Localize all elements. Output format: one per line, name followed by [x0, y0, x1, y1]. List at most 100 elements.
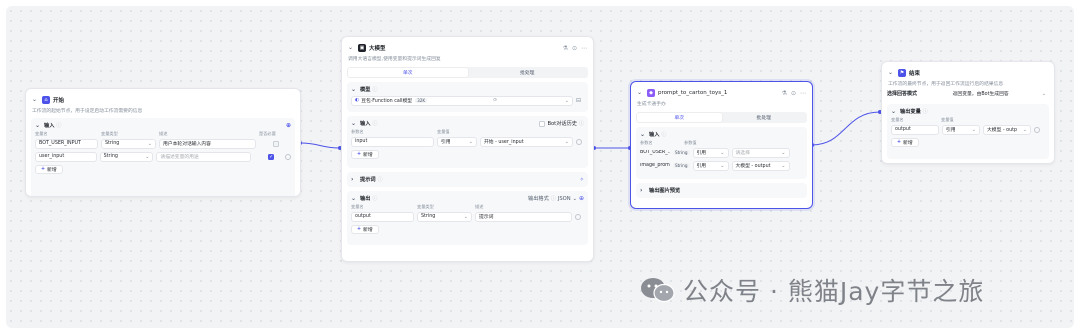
wechat-icon — [641, 278, 675, 303]
add-button[interactable]: + 新增 — [35, 165, 63, 174]
more-icon[interactable]: ⋯ — [800, 90, 806, 97]
param-name-input[interactable]: input — [351, 136, 434, 147]
model-config-icon[interactable]: ⊟ — [576, 97, 581, 104]
remove-icon[interactable] — [576, 138, 582, 145]
output-desc-input[interactable]: 提示词 — [475, 211, 572, 222]
col-header-param: 参数名 — [640, 139, 653, 145]
var-desc-input[interactable]: 请描述变量的用途 — [156, 151, 252, 162]
var-type-select[interactable]: String — [101, 138, 156, 149]
var-value-select[interactable]: 大模型 - outp — [983, 124, 1031, 135]
info-icon: ⓘ — [372, 196, 378, 202]
output-name-input[interactable]: output — [351, 211, 414, 222]
info-icon: ⓘ — [377, 177, 383, 183]
answer-mode-select[interactable]: 返回变量，由Bot生成回答 — [950, 89, 1049, 99]
var-name-input[interactable]: user_input — [35, 151, 97, 162]
col-header-type: 变量类型 — [101, 130, 118, 136]
model-settings-icon[interactable]: ⊙ — [493, 98, 497, 103]
col-header-required: 是否必要 — [259, 130, 276, 136]
col-header-varname: 变量名 — [351, 203, 364, 209]
answer-mode-label: 选择回答模式 — [887, 91, 918, 97]
chevron-down-icon[interactable]: ⌄ — [640, 131, 647, 138]
section-title: 输入 — [360, 121, 371, 127]
remove-icon[interactable] — [285, 153, 291, 160]
flask-icon[interactable]: ⚗ — [782, 90, 787, 97]
chevron-down-icon[interactable]: ⌄ — [348, 45, 355, 51]
info-icon: ⓘ — [922, 109, 928, 115]
node-title: 开始 — [53, 98, 65, 104]
col-header-name: 变量名 — [35, 130, 48, 136]
output-type-select[interactable]: String — [417, 211, 472, 222]
chevron-down-icon[interactable]: ⌄ — [637, 90, 644, 96]
llm-output-section: ⌄ 输出 ⓘ 输出格式 ⓘ JSON ⌄ ⊕ 变量名 变量类型 描述 outpu… — [347, 191, 588, 245]
chevron-down-icon[interactable]: ⌄ — [573, 196, 577, 202]
output-format-label: 输出格式 — [528, 196, 549, 202]
chevron-down-icon[interactable]: ⌄ — [351, 86, 358, 93]
ref-select[interactable]: 引用 — [942, 124, 980, 135]
magic-icon[interactable]: ✧ — [580, 177, 584, 183]
add-button[interactable]: + 新增 — [891, 138, 919, 147]
tab-batch[interactable]: 批处理 — [722, 113, 807, 122]
ref-select[interactable]: 引用 — [692, 160, 729, 171]
tab-single[interactable]: 单次 — [637, 113, 722, 122]
remove-icon[interactable] — [575, 213, 581, 220]
required-checkbox[interactable]: ✓ — [268, 153, 275, 160]
more-icon[interactable]: ⋯ — [581, 45, 587, 52]
var-type-select[interactable]: String — [99, 151, 154, 162]
node-title: 大模型 — [369, 46, 386, 52]
var-value-select[interactable]: 请选择 — [731, 147, 790, 158]
llm-node[interactable]: ⌄ ▣ 大模型 ⚗ ⊙ ⋯ 调用大语言模型,使用变量和提示词生成回复 单次 批处… — [341, 36, 594, 262]
flag-icon: ⚑ — [898, 69, 906, 77]
info-icon: ⓘ — [372, 121, 378, 127]
model-section: ⌄ 模型 ⓘ ◐ 豆包·Function call模型 32K ⊙ ⊟ — [347, 82, 588, 112]
var-value-select[interactable]: 开始 - user_input — [480, 136, 573, 147]
output-format-select[interactable]: JSON — [558, 196, 571, 202]
add-button[interactable]: + 新增 — [351, 150, 379, 159]
add-output-icon[interactable]: ⊕ — [579, 195, 584, 202]
chevron-down-icon[interactable]: ⌄ — [891, 108, 898, 115]
section-title: 输出变量 — [900, 109, 921, 115]
col-header-desc: 描述 — [475, 203, 484, 209]
settings-icon[interactable]: ⊙ — [572, 45, 577, 52]
required-checkbox[interactable] — [273, 140, 279, 147]
section-title: 输出 — [360, 196, 371, 202]
start-node[interactable]: ⌄ ⌂ 开始 工作流的起始节点，用于设定启动工作流需要的信息 ⌄ 输入 ⓘ ⊕ … — [25, 88, 301, 197]
col-header-value: 参数值 — [684, 139, 697, 145]
settings-icon[interactable]: ⊙ — [791, 90, 796, 97]
info-icon: ⓘ — [578, 121, 584, 127]
model-select[interactable]: ◐ 豆包·Function call模型 32K ⊙ — [351, 95, 573, 106]
var-desc-input[interactable]: 用户本轮对话输入内容 — [159, 138, 256, 149]
mode-tabs: 单次 批处理 — [636, 112, 807, 123]
chevron-down-icon[interactable]: ⌄ — [351, 120, 358, 127]
context-badge: 32K — [415, 98, 428, 103]
flask-icon[interactable]: ⚗ — [563, 45, 568, 52]
chevron-down-icon[interactable]: ⌄ — [32, 97, 39, 103]
end-node[interactable]: ⌄ ⚑ 结束 工作流的最终节点，用于返回工作流运行后的结果信息 选择回答模式 返… — [881, 61, 1055, 164]
output-name-input[interactable]: output — [891, 124, 939, 135]
chevron-right-icon[interactable]: › — [640, 187, 647, 194]
output-preview-section: › 输出图片预览 — [636, 183, 807, 198]
col-header-param: 参数名 — [351, 128, 364, 134]
plugin-node[interactable]: ⌄ ◆ prompt_to_carton_toys_1 ⚗ ⊙ ⋯ 生成卡通手办… — [630, 81, 813, 209]
edge-start-llm — [299, 142, 341, 149]
tab-batch[interactable]: 批处理 — [468, 68, 588, 77]
add-param-icon[interactable]: ⊕ — [286, 122, 291, 129]
section-title: 输入 — [44, 123, 55, 129]
add-button[interactable]: + 新增 — [351, 225, 379, 234]
var-name-input[interactable]: BOT_USER_INPUT — [35, 138, 98, 149]
var-value-select[interactable]: 大模型 - output — [731, 160, 790, 171]
param-name: image_prompt* — [640, 163, 670, 168]
chevron-down-icon[interactable]: ⌄ — [35, 122, 42, 129]
ref-select[interactable]: 引用 — [437, 136, 477, 147]
tab-single[interactable]: 单次 — [348, 68, 468, 77]
ref-select[interactable]: 引用 — [692, 147, 729, 158]
col-header-varname: 变量名 — [891, 116, 904, 122]
remove-icon[interactable] — [1034, 126, 1040, 133]
chevron-down-icon[interactable]: ⌄ — [888, 70, 895, 76]
section-title: 输入 — [649, 132, 660, 138]
chevron-right-icon[interactable]: › — [351, 176, 358, 183]
mode-tabs: 单次 批处理 — [347, 67, 588, 78]
chevron-down-icon[interactable]: ⌄ — [351, 195, 358, 202]
bot-history-checkbox[interactable] — [539, 120, 546, 127]
model-logo-icon: ◐ — [355, 98, 360, 103]
param-type-badge: String — [673, 163, 690, 168]
